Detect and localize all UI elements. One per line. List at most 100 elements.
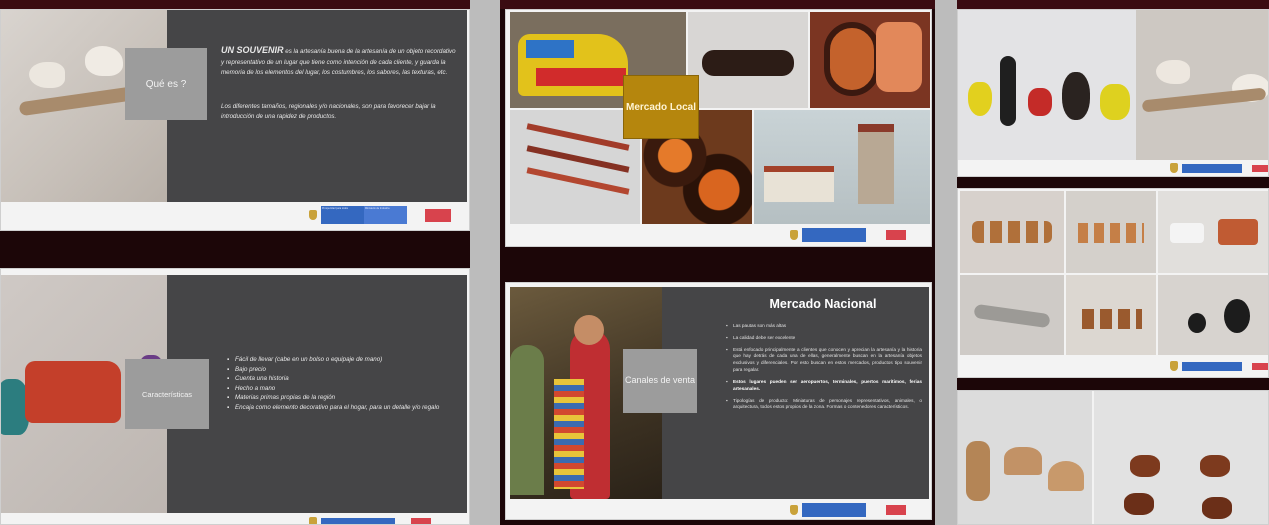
- slide-miniatures[interactable]: [957, 188, 1269, 378]
- column-gap-left: [470, 0, 500, 525]
- slide-que-es[interactable]: Qué es ? UN SOUVENIR es la artesanía bue…: [0, 9, 470, 231]
- wood-carving: [1004, 447, 1042, 475]
- bracelet: [824, 22, 880, 96]
- slide-caracteristicas[interactable]: Características Fácil de llevar (cabe en…: [0, 268, 470, 525]
- pen: [526, 123, 630, 151]
- caracteristicas-list: Fácil de llevar (cabe en un bolso o equi…: [227, 355, 457, 413]
- dark-mask: [1062, 72, 1090, 120]
- wooden-branch: [18, 85, 140, 117]
- orange-miniature: [1218, 219, 1258, 245]
- slide-footer: [309, 517, 431, 524]
- bull-miniature: [1082, 309, 1142, 329]
- gov-logo: [1182, 163, 1242, 173]
- church-tower: [858, 124, 894, 204]
- list-item: La calidad debe ser excelente: [726, 335, 922, 342]
- slide-footer: Prosperidad para todos Ministerio de Ind…: [309, 206, 451, 224]
- crest-icon: [309, 210, 317, 220]
- white-miniature: [1170, 223, 1204, 243]
- caracteristicas-box: Características: [125, 359, 209, 429]
- miniature: [972, 221, 1052, 243]
- black-gourd: [1188, 313, 1206, 333]
- slide-footer: [790, 503, 906, 517]
- miniatures-photo-4: [960, 275, 1064, 355]
- miniatures-photo-5: [1066, 275, 1156, 355]
- pen: [526, 167, 630, 195]
- miniature: [1078, 223, 1144, 243]
- wood-carving: [966, 441, 990, 501]
- crest-icon: [1170, 361, 1178, 371]
- bold-phrase: Estos lugares pueden ser aeropuertos, te…: [733, 378, 922, 391]
- souvenir-description: UN SOUVENIR es la artesanía buena de la …: [221, 44, 457, 77]
- list-item: Hecho a mano: [227, 384, 457, 394]
- second-person: [510, 345, 544, 495]
- souvenir-para2: Los diferentes tamaños, regionales y/o n…: [221, 103, 436, 120]
- slide-footer: [1170, 361, 1268, 371]
- pen: [526, 145, 630, 173]
- slide-masks[interactable]: [957, 9, 1269, 177]
- bull-head: [1202, 497, 1232, 519]
- canales-de-venta-box: Canales de venta: [623, 349, 697, 413]
- yellow-mask-2: [1100, 84, 1130, 120]
- gov-logo: [321, 517, 395, 524]
- bull-head: [1200, 455, 1230, 477]
- list-item: Estos lugares pueden ser aeropuertos, te…: [726, 379, 922, 393]
- woven-bracelet-photo: [810, 12, 930, 108]
- church-building: [764, 166, 834, 202]
- slide-bulls[interactable]: [957, 390, 1269, 525]
- crest-icon: [1170, 163, 1178, 173]
- wood-carving: [1048, 461, 1084, 491]
- top-bar: [0, 0, 1269, 9]
- list-item: Tipologías de producto: Miniaturas de pe…: [726, 398, 922, 412]
- gov-logo: [802, 228, 866, 242]
- chiva-bus-red: [536, 68, 626, 86]
- woman-head: [574, 315, 604, 345]
- list-item: Materias primas propias de la región: [227, 393, 457, 403]
- bird-figurine: [1156, 60, 1190, 84]
- miniatures-photo-1: [960, 191, 1064, 273]
- gov-logo: [1182, 361, 1242, 371]
- column-gap-right: [935, 0, 957, 525]
- black-figure: [1000, 56, 1016, 126]
- yellow-mask: [968, 82, 992, 116]
- wood-carvings-photo: [958, 391, 1092, 524]
- slide-mercado-local[interactable]: Mercado Local: [505, 9, 932, 247]
- miniatures-photo-6: [1158, 275, 1268, 355]
- gov-label-2: Ministerio de Industria: [364, 206, 407, 224]
- red-tag: [1252, 164, 1268, 172]
- list-item: Está enfocado principalmente a clientes …: [726, 347, 922, 374]
- red-tag: [1252, 362, 1268, 370]
- bird-figurine-2: [85, 46, 123, 76]
- branch: [1141, 87, 1267, 113]
- slide-footer: [1170, 163, 1268, 173]
- miniatures-photo-2: [1066, 191, 1156, 273]
- list-item: Las pautas son más altas: [726, 323, 922, 330]
- crest-icon: [790, 505, 798, 515]
- list-item: Fácil de llevar (cabe en un bolso o equi…: [227, 355, 457, 365]
- crest-icon: [309, 517, 317, 524]
- gov-logo: [802, 503, 866, 517]
- grey-miniature: [973, 303, 1051, 329]
- woven-bags: [554, 379, 584, 489]
- bird-figurine-1: [29, 62, 65, 88]
- bull-head: [1130, 455, 1160, 477]
- red-mask: [1028, 88, 1052, 116]
- red-tag: [886, 505, 906, 515]
- red-tag: [886, 230, 906, 240]
- souvenir-lead: UN SOUVENIR: [221, 45, 284, 55]
- chiva-bus-blue: [526, 40, 574, 58]
- gov-logo: Prosperidad para todos Ministerio de Ind…: [321, 206, 407, 224]
- crest-icon: [790, 230, 798, 240]
- miniatures-photo-3: [1158, 191, 1268, 273]
- masks-photo: [958, 10, 1136, 160]
- mercado-local-box: Mercado Local: [623, 75, 699, 139]
- black-gourd: [1224, 299, 1250, 333]
- bracelet-2: [876, 22, 922, 92]
- bull-head: [1124, 493, 1154, 515]
- slide-footer: [790, 228, 906, 242]
- list-item: Cuenta una historia: [227, 374, 457, 384]
- mercado-nacional-title: Mercado Nacional: [769, 297, 877, 311]
- bull-heads-photo: [1094, 391, 1268, 524]
- lacquer-piece: [702, 50, 794, 76]
- list-item: Encaja como elemento decorativo para el …: [227, 403, 457, 413]
- slide-mercado-nacional[interactable]: Canales de venta Mercado Nacional Las pa…: [505, 282, 932, 520]
